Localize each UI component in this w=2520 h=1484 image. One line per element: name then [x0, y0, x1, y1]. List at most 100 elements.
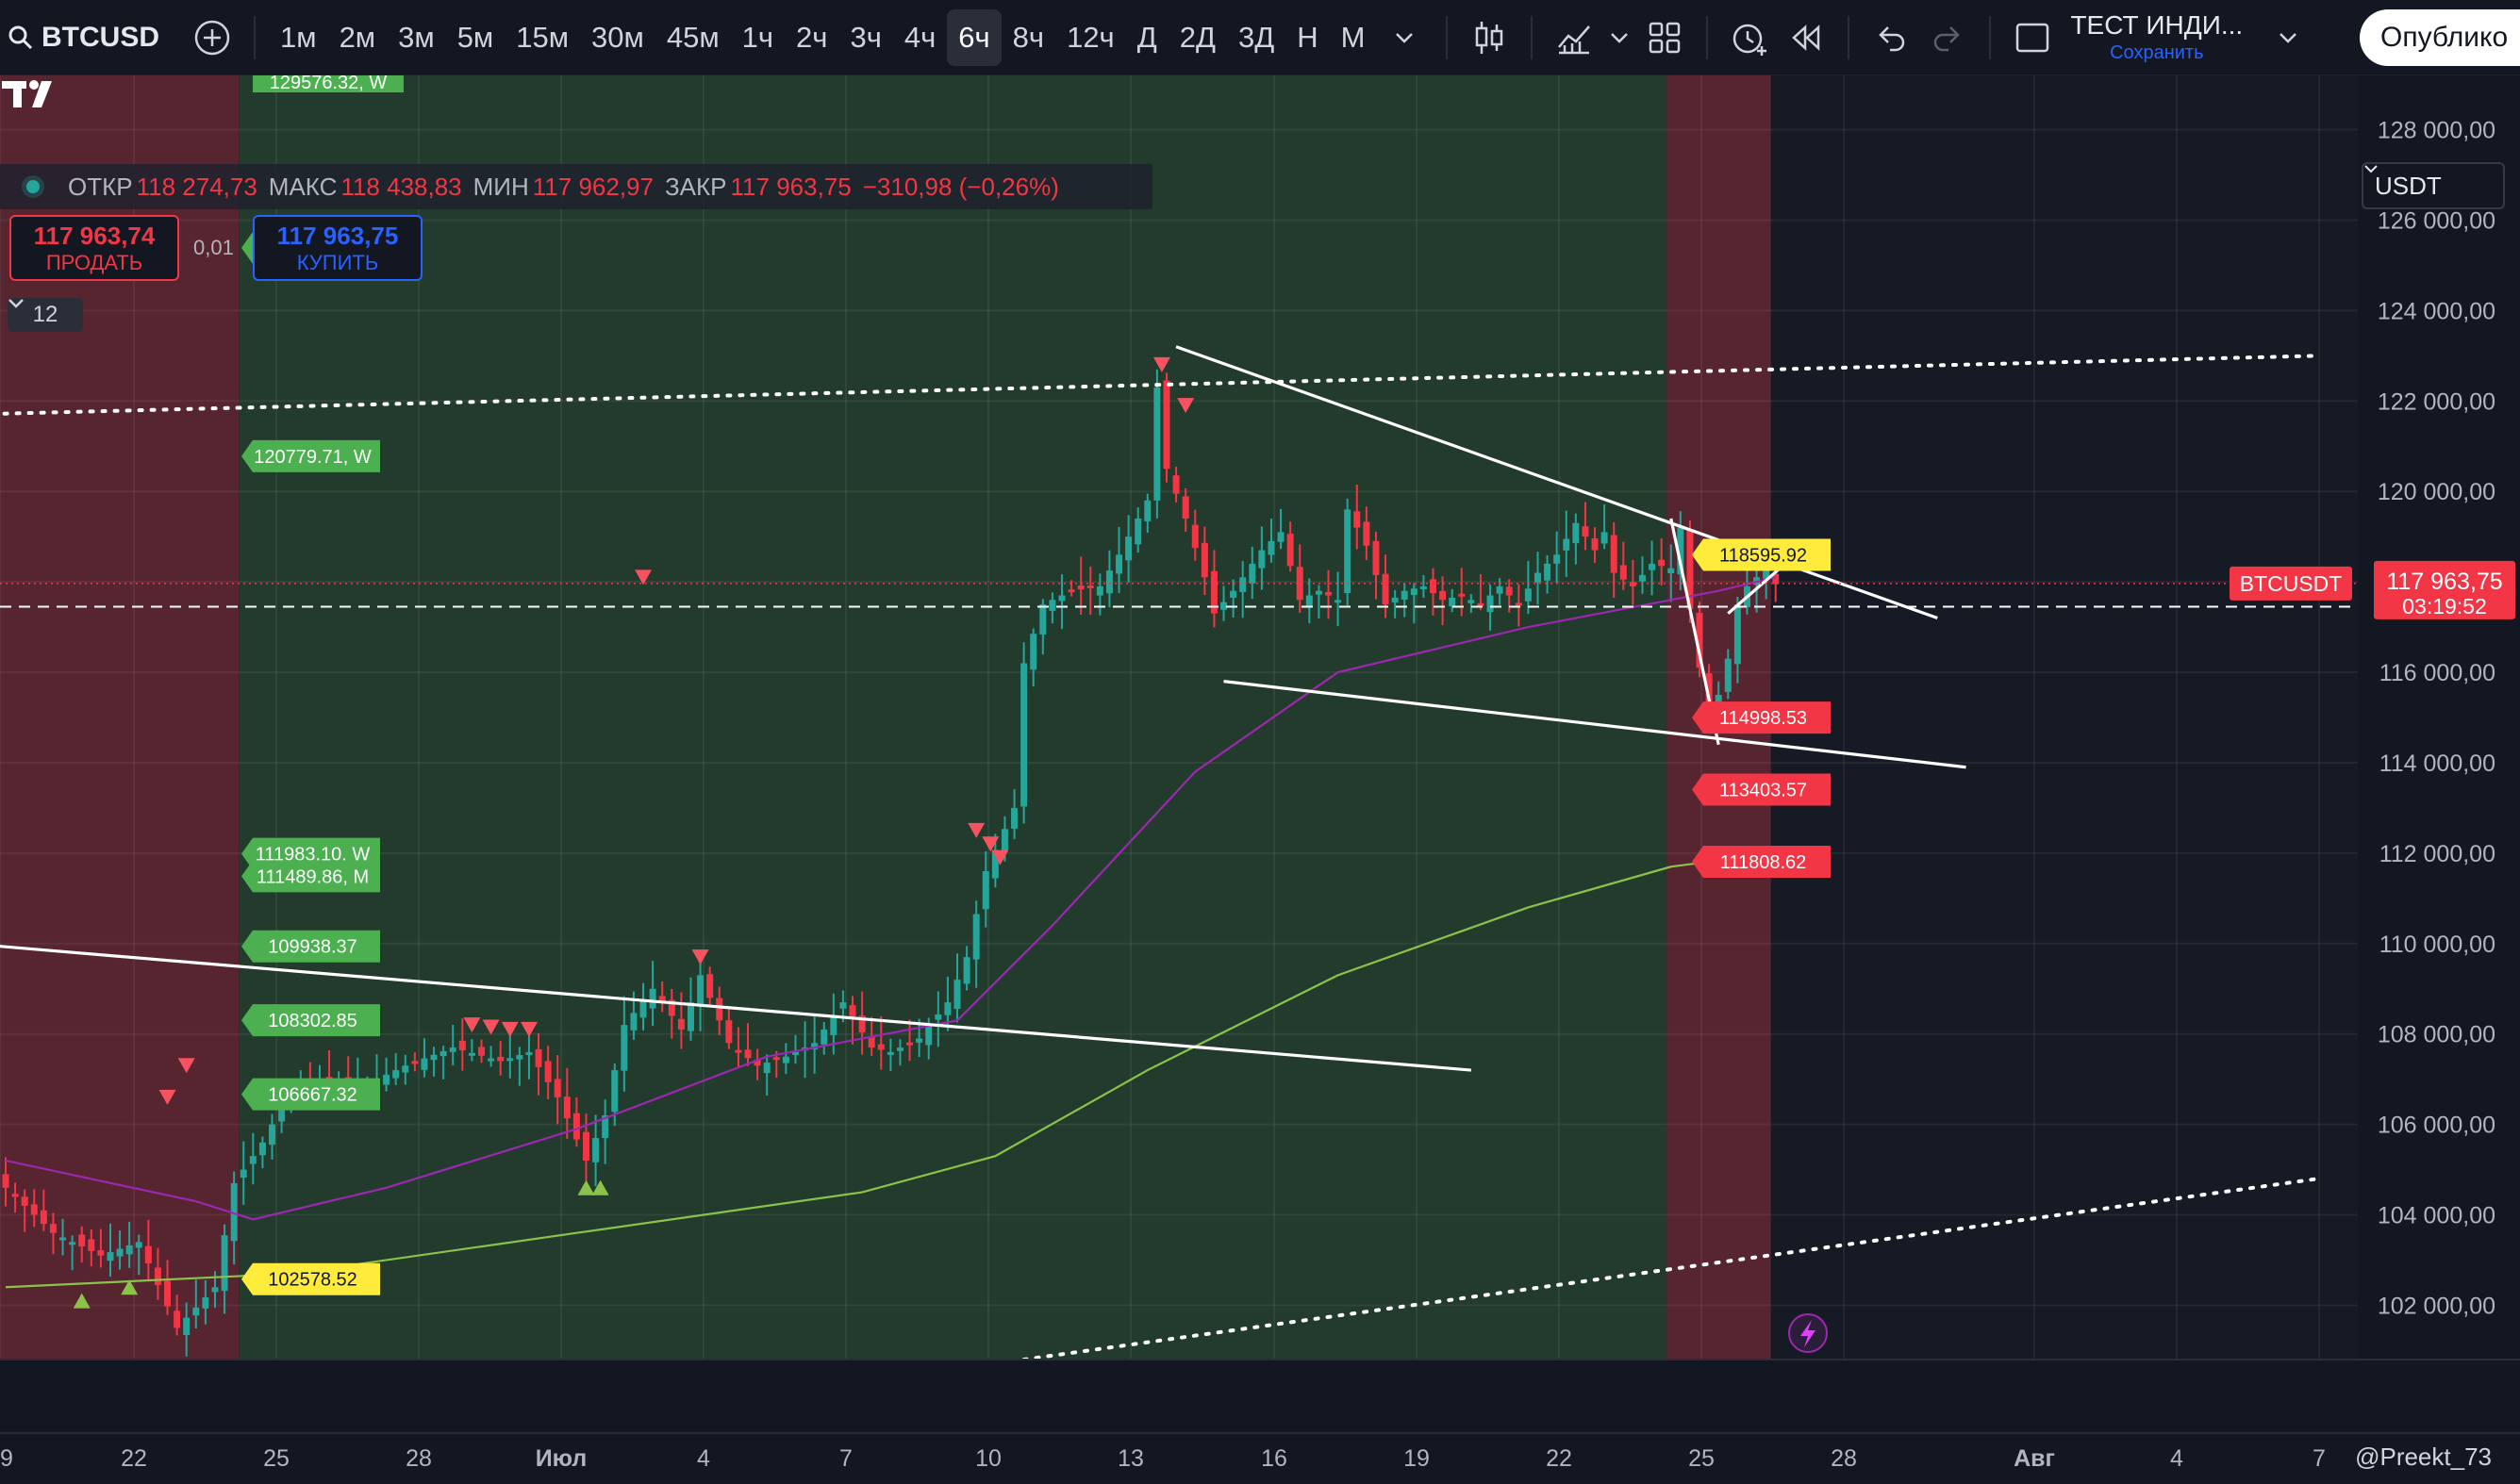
- candle-body: [88, 1239, 95, 1251]
- interval-button[interactable]: 30м: [580, 9, 655, 66]
- candle-body: [1020, 663, 1028, 807]
- interval-button[interactable]: 1ч: [731, 9, 785, 66]
- candle-body: [192, 1307, 200, 1316]
- add-symbol-button[interactable]: [184, 9, 240, 66]
- candle-body: [1391, 597, 1399, 602]
- interval-button[interactable]: М: [1330, 9, 1377, 66]
- price-axis-tick: 120 000,00: [2378, 479, 2495, 505]
- price-axis-tick: 110 000,00: [2379, 932, 2495, 958]
- interval-button[interactable]: Д: [1126, 9, 1169, 66]
- toolbar-divider: [1446, 15, 1449, 59]
- candle-body: [1638, 574, 1646, 582]
- candle-body: [1553, 554, 1561, 564]
- chart-area[interactable]: 125387.80, M120779.71, W111983.10, W1114…: [0, 75, 2520, 1484]
- watermark-text: @Preekt_73: [2355, 1443, 2492, 1471]
- interval-button[interactable]: 1м: [269, 9, 328, 66]
- interval-button[interactable]: 6ч: [947, 8, 1002, 66]
- symbol-search[interactable]: BTCUSD: [0, 0, 159, 75]
- tradingview-logo-icon: [2, 80, 52, 107]
- price-chart[interactable]: 125387.80, M120779.71, W111983.10, W1114…: [0, 75, 2520, 1484]
- level-label-text: 113403.57: [1719, 781, 1807, 801]
- level-label-text: 129576.32, W: [270, 75, 388, 93]
- alert-button[interactable]: [1721, 9, 1778, 66]
- candle-body: [1667, 568, 1675, 574]
- candle-body: [154, 1267, 161, 1285]
- price-axis-tick: 114 000,00: [2379, 750, 2495, 777]
- candle-body: [1524, 588, 1532, 602]
- candle-body: [706, 974, 714, 998]
- indicators-dropdown[interactable]: [1602, 9, 1636, 66]
- interval-button[interactable]: Н: [1285, 9, 1329, 66]
- candle-body: [925, 1026, 933, 1046]
- interval-button[interactable]: 4ч: [893, 9, 947, 66]
- publish-button[interactable]: Опублико: [2360, 9, 2520, 66]
- layout-button[interactable]: [2004, 9, 2061, 66]
- candle-body: [164, 1280, 172, 1307]
- interval-button[interactable]: 45м: [655, 9, 731, 66]
- candle-body: [821, 1029, 828, 1045]
- candle-body: [1401, 590, 1408, 600]
- price-axis-tick: 122 000,00: [2378, 388, 2495, 415]
- save-layout-link[interactable]: Сохранить: [2110, 42, 2203, 64]
- interval-button[interactable]: 2м: [328, 9, 388, 66]
- interval-button[interactable]: 3м: [387, 9, 446, 66]
- candle-body: [1515, 602, 1522, 606]
- chart-type-button[interactable]: [1461, 9, 1517, 66]
- indicators-button[interactable]: [1546, 9, 1602, 66]
- interval-button[interactable]: 15м: [505, 9, 580, 66]
- layout-name[interactable]: ТЕСТ ИНДИ... Сохранить: [2070, 10, 2243, 64]
- interval-button[interactable]: 2ч: [785, 9, 838, 66]
- level-label-text: 106667.32: [268, 1085, 357, 1106]
- candle-body: [1610, 535, 1617, 573]
- candle-body: [772, 1057, 780, 1061]
- interval-button[interactable]: 12ч: [1055, 9, 1126, 66]
- sell-button[interactable]: 117 963,74 ПРОДАТЬ: [9, 215, 179, 281]
- candle-body: [782, 1056, 789, 1064]
- interval-button[interactable]: 3ч: [838, 9, 892, 66]
- candle-body: [1182, 496, 1189, 519]
- candle-body: [887, 1051, 894, 1055]
- candle-body: [1505, 586, 1513, 596]
- undo-icon: [1879, 25, 1905, 51]
- indicator-collapse-button[interactable]: 12: [8, 298, 83, 332]
- layout-title: ТЕСТ ИНДИ...: [2070, 10, 2244, 40]
- trading-app: BTCUSD 1м 2м 3м 5м 15м 30м 45м 1ч 2ч 3ч 4ч 6ч 8ч 12ч Д…: [0, 0, 2520, 1484]
- candle-body: [183, 1317, 191, 1336]
- candle-body: [383, 1074, 390, 1085]
- templates-button[interactable]: [1636, 9, 1693, 66]
- candle-body: [221, 1235, 228, 1292]
- buy-button[interactable]: 117 963,75 КУПИТЬ: [253, 215, 423, 281]
- candle-body: [1724, 658, 1732, 692]
- candle-body: [174, 1311, 181, 1328]
- time-axis-spacer: [0, 1360, 2520, 1433]
- candle-body: [1068, 589, 1075, 593]
- candle-body: [849, 1005, 856, 1018]
- price-axis-tick: 126 000,00: [2378, 207, 2495, 234]
- candle-body: [439, 1050, 447, 1057]
- price-axis-tick: 128 000,00: [2378, 118, 2495, 144]
- interval-button[interactable]: 3Д: [1227, 9, 1285, 66]
- candle-body: [1619, 565, 1627, 580]
- candle-body: [1011, 807, 1019, 829]
- toolbar-divider: [1531, 15, 1534, 59]
- undo-button[interactable]: [1863, 9, 1919, 66]
- replay-button[interactable]: [1778, 9, 1834, 66]
- interval-button[interactable]: 2Д: [1169, 9, 1227, 66]
- candle-body: [458, 1040, 466, 1050]
- candle-body: [972, 914, 980, 960]
- time-axis-label: 28: [406, 1445, 432, 1472]
- candle-body: [1249, 563, 1256, 584]
- candle-body: [1382, 573, 1389, 605]
- candle-body: [697, 975, 705, 1005]
- candle-body: [839, 1002, 847, 1009]
- layout-dropdown[interactable]: [2260, 9, 2316, 66]
- interval-dropdown-button[interactable]: [1376, 9, 1433, 66]
- candle-body: [563, 1097, 571, 1119]
- low-value: 117 962,97: [532, 172, 654, 201]
- redo-button[interactable]: [1919, 9, 1976, 66]
- currency-select[interactable]: USDT: [2362, 162, 2505, 209]
- sell-label: ПРОДАТЬ: [45, 250, 143, 274]
- interval-button[interactable]: 5м: [446, 9, 506, 66]
- candle-body: [1191, 524, 1199, 549]
- interval-button[interactable]: 8ч: [1002, 9, 1055, 66]
